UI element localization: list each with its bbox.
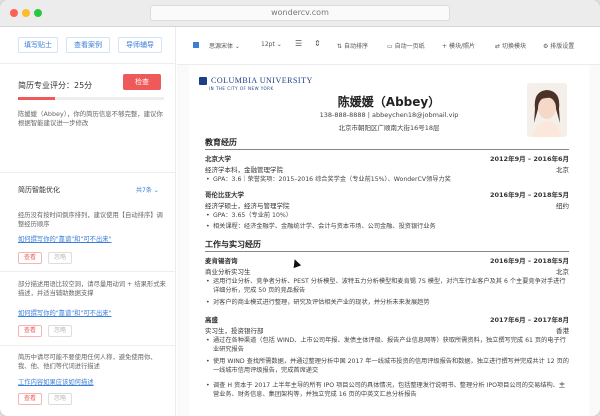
view-button[interactable]: 查看 bbox=[18, 393, 42, 405]
edu-bullet[interactable]: GPA：3.6｜荣誉奖项：2015–2016 综合奖学金（专业前15%）、Won… bbox=[206, 176, 569, 185]
school-name: 北京大学 bbox=[205, 155, 231, 163]
one-page-label: 自动一页纸 bbox=[394, 43, 425, 50]
suggestion-link[interactable]: 如何撰写你的"靠谱"和"可不出来" bbox=[18, 234, 111, 243]
intro-text: 陈媛媛（Abbey），你的简历信息不够完整，建议你根据智能建议进一步修改 bbox=[18, 110, 163, 127]
layout-settings-button[interactable]: ⚙ 排版设置 bbox=[543, 41, 574, 50]
divider bbox=[0, 172, 176, 173]
divider bbox=[0, 63, 176, 64]
auto-sort-button[interactable]: ⇅ 自动排序 bbox=[337, 41, 368, 50]
suggestion-text: 经历没有按时间倒序排列，建议使用【自动排序】调整经历顺序 bbox=[18, 212, 163, 228]
suggestion-link[interactable]: 如何撰写你的"靠谱"和"可不出来" bbox=[18, 308, 111, 317]
editor-area: 思源宋体 ⌄ 12pt ⌄ ☰ ⇕ ⇅ 自动排序 ▭ 自动一页纸 + 模块/照片… bbox=[177, 27, 600, 416]
minimize-window-icon[interactable] bbox=[22, 9, 30, 17]
score-label: 简历专业评分：25分 bbox=[18, 81, 93, 90]
profile-photo[interactable] bbox=[527, 83, 567, 137]
work-company-row[interactable]: 麦肯锡咨询 2016年9月 – 2018年5月 bbox=[205, 255, 569, 265]
university-crest-icon bbox=[199, 77, 207, 85]
work-role-row[interactable]: 实习生，投资银行部 香港 bbox=[205, 325, 569, 335]
work-date: 2017年6月 – 2017年8月 bbox=[489, 316, 569, 324]
one-page-button[interactable]: ▭ 自动一页纸 bbox=[387, 41, 425, 50]
mentor-button[interactable]: 导师辅导 bbox=[118, 37, 162, 53]
score-progress-bar bbox=[18, 97, 164, 100]
edu-date: 2016年9月 – 2018年5月 bbox=[489, 191, 569, 199]
module-photo-button[interactable]: + 模块/照片 bbox=[442, 41, 475, 50]
work-place: 香港 bbox=[556, 327, 569, 335]
edu-degree-row[interactable]: 经济学本科，金融管理学院 北京 bbox=[205, 164, 569, 174]
view-button[interactable]: 查看 bbox=[18, 252, 42, 264]
score-progress-fill bbox=[18, 97, 55, 100]
edu-place: 北京 bbox=[556, 166, 569, 174]
view-button[interactable]: 查看 bbox=[18, 325, 42, 337]
maximize-window-icon[interactable] bbox=[34, 9, 42, 17]
edu-date: 2012年9月 – 2016年6月 bbox=[489, 155, 569, 163]
divider bbox=[0, 271, 176, 272]
education-heading[interactable]: 教育经历 bbox=[205, 137, 237, 148]
align-icon[interactable]: ☰ bbox=[295, 39, 302, 48]
examples-button[interactable]: 查看案例 bbox=[66, 37, 110, 53]
resume-page: COLUMBIA UNIVERSITY IN THE CITY OF NEW Y… bbox=[189, 65, 589, 416]
work-bullet[interactable]: 使用 WIND 查找所需数据，并通过整理分析中国 2017 年一线城市投资的信用… bbox=[206, 358, 569, 375]
address-bar[interactable]: wondercv.com bbox=[150, 5, 450, 21]
ignore-button[interactable]: 忽略 bbox=[48, 252, 72, 264]
edu-degree-row[interactable]: 经济学硕士，经济与管理学院 纽约 bbox=[205, 200, 569, 210]
work-role-row[interactable]: 商业分析实习生 北京 bbox=[205, 266, 569, 276]
section-divider bbox=[205, 149, 569, 150]
university-logo: COLUMBIA UNIVERSITY bbox=[211, 76, 313, 85]
degree: 经济学硕士，经济与管理学院 bbox=[205, 202, 290, 210]
university-logo-subtitle: IN THE CITY OF NEW YORK bbox=[209, 86, 274, 91]
optimize-count[interactable]: 共7条 ⌄ bbox=[136, 185, 159, 194]
edu-school-row[interactable]: 哥伦比亚大学 2016年9月 – 2018年5月 bbox=[205, 189, 569, 199]
edu-place: 纽约 bbox=[556, 202, 569, 210]
job-role: 实习生，投资银行部 bbox=[205, 327, 264, 335]
company-name: 高盛 bbox=[205, 316, 218, 324]
section-divider bbox=[205, 251, 569, 252]
switch-module-label: 切换模块 bbox=[501, 43, 526, 50]
work-bullet[interactable]: 对客户的商业模式进行整理，研究及评估相关产业的现状，并分析未来发展趋势 bbox=[206, 299, 569, 308]
degree: 经济学本科，金融管理学院 bbox=[205, 166, 283, 174]
ignore-button[interactable]: 忽略 bbox=[48, 325, 72, 337]
spacing-icon[interactable]: ⇕ bbox=[314, 39, 321, 48]
company-name: 麦肯锡咨询 bbox=[205, 257, 238, 265]
school-name: 哥伦比亚大学 bbox=[205, 191, 244, 199]
browser-window: wondercv.com 填写贴士 查看案例 导师辅导 简历专业评分：25分 检… bbox=[0, 0, 600, 416]
job-role: 商业分析实习生 bbox=[205, 268, 251, 276]
switch-module-button[interactable]: ⇄ 切换模块 bbox=[495, 41, 526, 50]
optimize-title: 简历智能优化 bbox=[18, 186, 60, 194]
ignore-button[interactable]: 忽略 bbox=[48, 393, 72, 405]
layout-icon[interactable] bbox=[193, 42, 199, 48]
work-heading[interactable]: 工作与实习经历 bbox=[205, 239, 261, 250]
suggestion-text: 部分描述用语比较空洞，请尽量用动词 + 结果形式来描述，并适当辅助数据支撑 bbox=[18, 281, 166, 297]
auto-sort-label: 自动排序 bbox=[343, 43, 368, 50]
browser-titlebar: wondercv.com bbox=[0, 0, 600, 27]
work-place: 北京 bbox=[556, 268, 569, 276]
work-bullet[interactable]: 调查 H 资本于 2017 上半年主导的所有 IPO 项目公司的具体情况，包括整… bbox=[206, 382, 569, 399]
suggestion-sidebar: 填写贴士 查看案例 导师辅导 简历专业评分：25分 检查 陈媛媛（Abbey），… bbox=[0, 27, 176, 416]
work-company-row[interactable]: 高盛 2017年6月 – 2017年8月 bbox=[205, 314, 569, 324]
module-photo-label: 模块/照片 bbox=[448, 43, 475, 50]
font-size-select[interactable]: 12pt ⌄ bbox=[261, 41, 282, 48]
tips-button[interactable]: 填写贴士 bbox=[18, 37, 58, 53]
divider bbox=[0, 345, 176, 346]
edu-bullet[interactable]: GPA：3.65（专业前 10%） bbox=[206, 212, 569, 221]
edu-bullet[interactable]: 相关课程：经济金融学、金融统计学、会计与资本市场、公司金融、投资银行业务 bbox=[206, 223, 569, 232]
layout-settings-label: 排版设置 bbox=[550, 43, 575, 50]
work-date: 2016年9月 – 2018年5月 bbox=[489, 257, 569, 265]
font-select[interactable]: 思源宋体 ⌄ bbox=[209, 41, 240, 50]
work-bullet[interactable]: 运用行业分析、竞争者分析、PEST 分析模型、波特五力分析模型和麦肯锡 7S 模… bbox=[206, 278, 569, 295]
edu-school-row[interactable]: 北京大学 2012年9月 – 2016年6月 bbox=[205, 153, 569, 163]
suggestion-link[interactable]: 工作内容如果应该如何描述 bbox=[18, 377, 94, 386]
close-window-icon[interactable] bbox=[10, 9, 18, 17]
check-button[interactable]: 检查 bbox=[123, 74, 161, 90]
editor-toolbar: 思源宋体 ⌄ 12pt ⌄ ☰ ⇕ ⇅ 自动排序 ▭ 自动一页纸 + 模块/照片… bbox=[177, 27, 600, 65]
suggestion-text: 简历中请尽可能不要使用任何人称，避免使用你、我、他、他们等代词进行描述 bbox=[18, 354, 157, 370]
work-bullet[interactable]: 通过在各种渠道（包括 WIND、上市公司年报、发债主体评级、报告产业信息网等）获… bbox=[206, 337, 569, 354]
